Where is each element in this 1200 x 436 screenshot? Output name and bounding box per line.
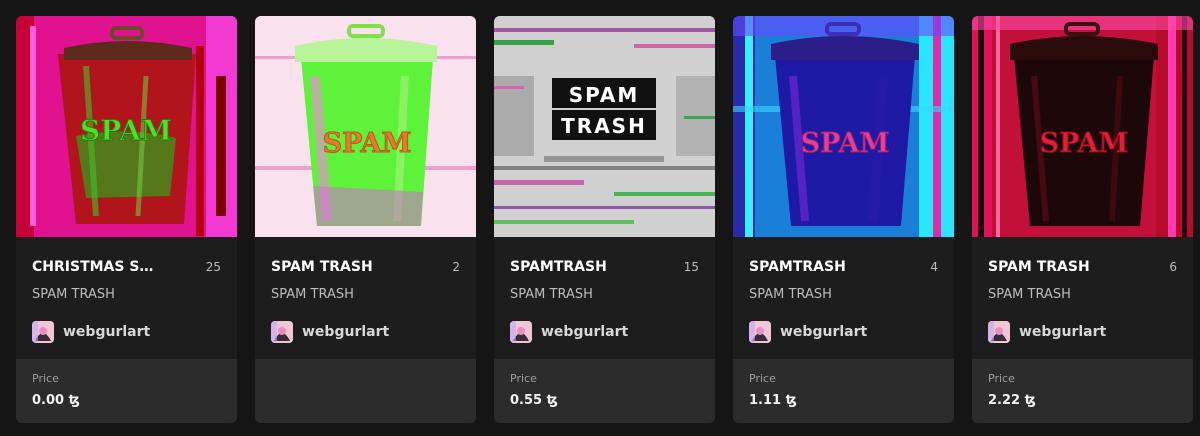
spam-trash-text-2: TRASH xyxy=(561,114,647,138)
spam-text: SPAM xyxy=(801,128,890,159)
trash-can-artwork-image: SPAM xyxy=(16,16,237,237)
price-value: 2.22 ꜩ xyxy=(988,393,1036,408)
token-card[interactable]: SPAM CHRISTMAS S… 25 SPAM TRASH webgurla… xyxy=(16,16,237,423)
trash-can-artwork-image: SPAM xyxy=(972,16,1193,237)
creator-name: webgurlart xyxy=(302,324,390,340)
price-label: Price xyxy=(749,372,776,385)
token-artwork[interactable]: SPAM xyxy=(972,16,1193,237)
token-artwork[interactable]: SPAM xyxy=(255,16,476,237)
creator-name: webgurlart xyxy=(780,324,868,340)
token-grid: SPAM CHRISTMAS S… 25 SPAM TRASH webgurla… xyxy=(16,16,1193,423)
creator-avatar xyxy=(32,321,54,343)
creator-name: webgurlart xyxy=(541,324,629,340)
token-card[interactable]: SPAM TRASH SPAMTRASH 15 SPAM TRASH webgu… xyxy=(494,16,715,423)
price-label: Price xyxy=(510,372,537,385)
spam-text: SPAM xyxy=(80,114,172,147)
creator-name: webgurlart xyxy=(1019,324,1107,340)
edition-count: 2 xyxy=(452,260,460,274)
creator[interactable]: webgurlart xyxy=(749,321,867,343)
spam-text: SPAM xyxy=(1040,128,1129,159)
token-artwork[interactable]: SPAM xyxy=(16,16,237,237)
price-box: Price 1.11 ꜩ xyxy=(733,359,954,423)
price-label: Price xyxy=(988,372,1015,385)
token-title[interactable]: SPAM TRASH xyxy=(988,259,1128,275)
token-title[interactable]: SPAMTRASH xyxy=(510,259,650,275)
token-title[interactable]: SPAMTRASH xyxy=(749,259,889,275)
token-artwork[interactable]: SPAM TRASH xyxy=(494,16,715,237)
collection-name[interactable]: SPAM TRASH xyxy=(988,287,1071,302)
glitch-artwork-image: SPAM TRASH xyxy=(494,16,715,237)
edition-count: 15 xyxy=(683,260,699,274)
creator[interactable]: webgurlart xyxy=(988,321,1106,343)
price-label: Price xyxy=(32,372,59,385)
price-box: Price 0.55 ꜩ xyxy=(494,359,715,423)
token-title[interactable]: SPAM TRASH xyxy=(271,259,411,275)
token-card[interactable]: SPAM SPAM TRASH 2 SPAM TRASH webgurlart xyxy=(255,16,476,423)
collection-name[interactable]: SPAM TRASH xyxy=(32,287,115,302)
price-box: Price 2.22 ꜩ xyxy=(972,359,1193,423)
creator-name: webgurlart xyxy=(63,324,151,340)
edition-count: 6 xyxy=(1169,260,1177,274)
spam-trash-text: SPAM xyxy=(569,83,640,107)
creator[interactable]: webgurlart xyxy=(271,321,389,343)
creator-avatar xyxy=(749,321,771,343)
trash-can-artwork-image: SPAM xyxy=(733,16,954,237)
price-value: 0.55 ꜩ xyxy=(510,393,558,408)
trash-can-artwork-image: SPAM xyxy=(255,16,476,237)
creator-avatar xyxy=(271,321,293,343)
price-box xyxy=(255,359,476,423)
edition-count: 4 xyxy=(930,260,938,274)
collection-name[interactable]: SPAM TRASH xyxy=(510,287,593,302)
token-title[interactable]: CHRISTMAS S… xyxy=(32,259,172,275)
token-card[interactable]: SPAM SPAM TRASH 6 SPAM TRASH webgurlart … xyxy=(972,16,1193,423)
collection-name[interactable]: SPAM TRASH xyxy=(749,287,832,302)
collection-name[interactable]: SPAM TRASH xyxy=(271,287,354,302)
spam-text: SPAM xyxy=(323,128,412,159)
price-box: Price 0.00 ꜩ xyxy=(16,359,237,423)
creator-avatar xyxy=(988,321,1010,343)
creator[interactable]: webgurlart xyxy=(510,321,628,343)
token-card[interactable]: SPAM SPAMTRASH 4 SPAM TRASH webgurlart P… xyxy=(733,16,954,423)
creator[interactable]: webgurlart xyxy=(32,321,150,343)
price-value: 1.11 ꜩ xyxy=(749,393,797,408)
creator-avatar xyxy=(510,321,532,343)
price-value: 0.00 ꜩ xyxy=(32,393,80,408)
token-artwork[interactable]: SPAM xyxy=(733,16,954,237)
edition-count: 25 xyxy=(205,260,221,274)
